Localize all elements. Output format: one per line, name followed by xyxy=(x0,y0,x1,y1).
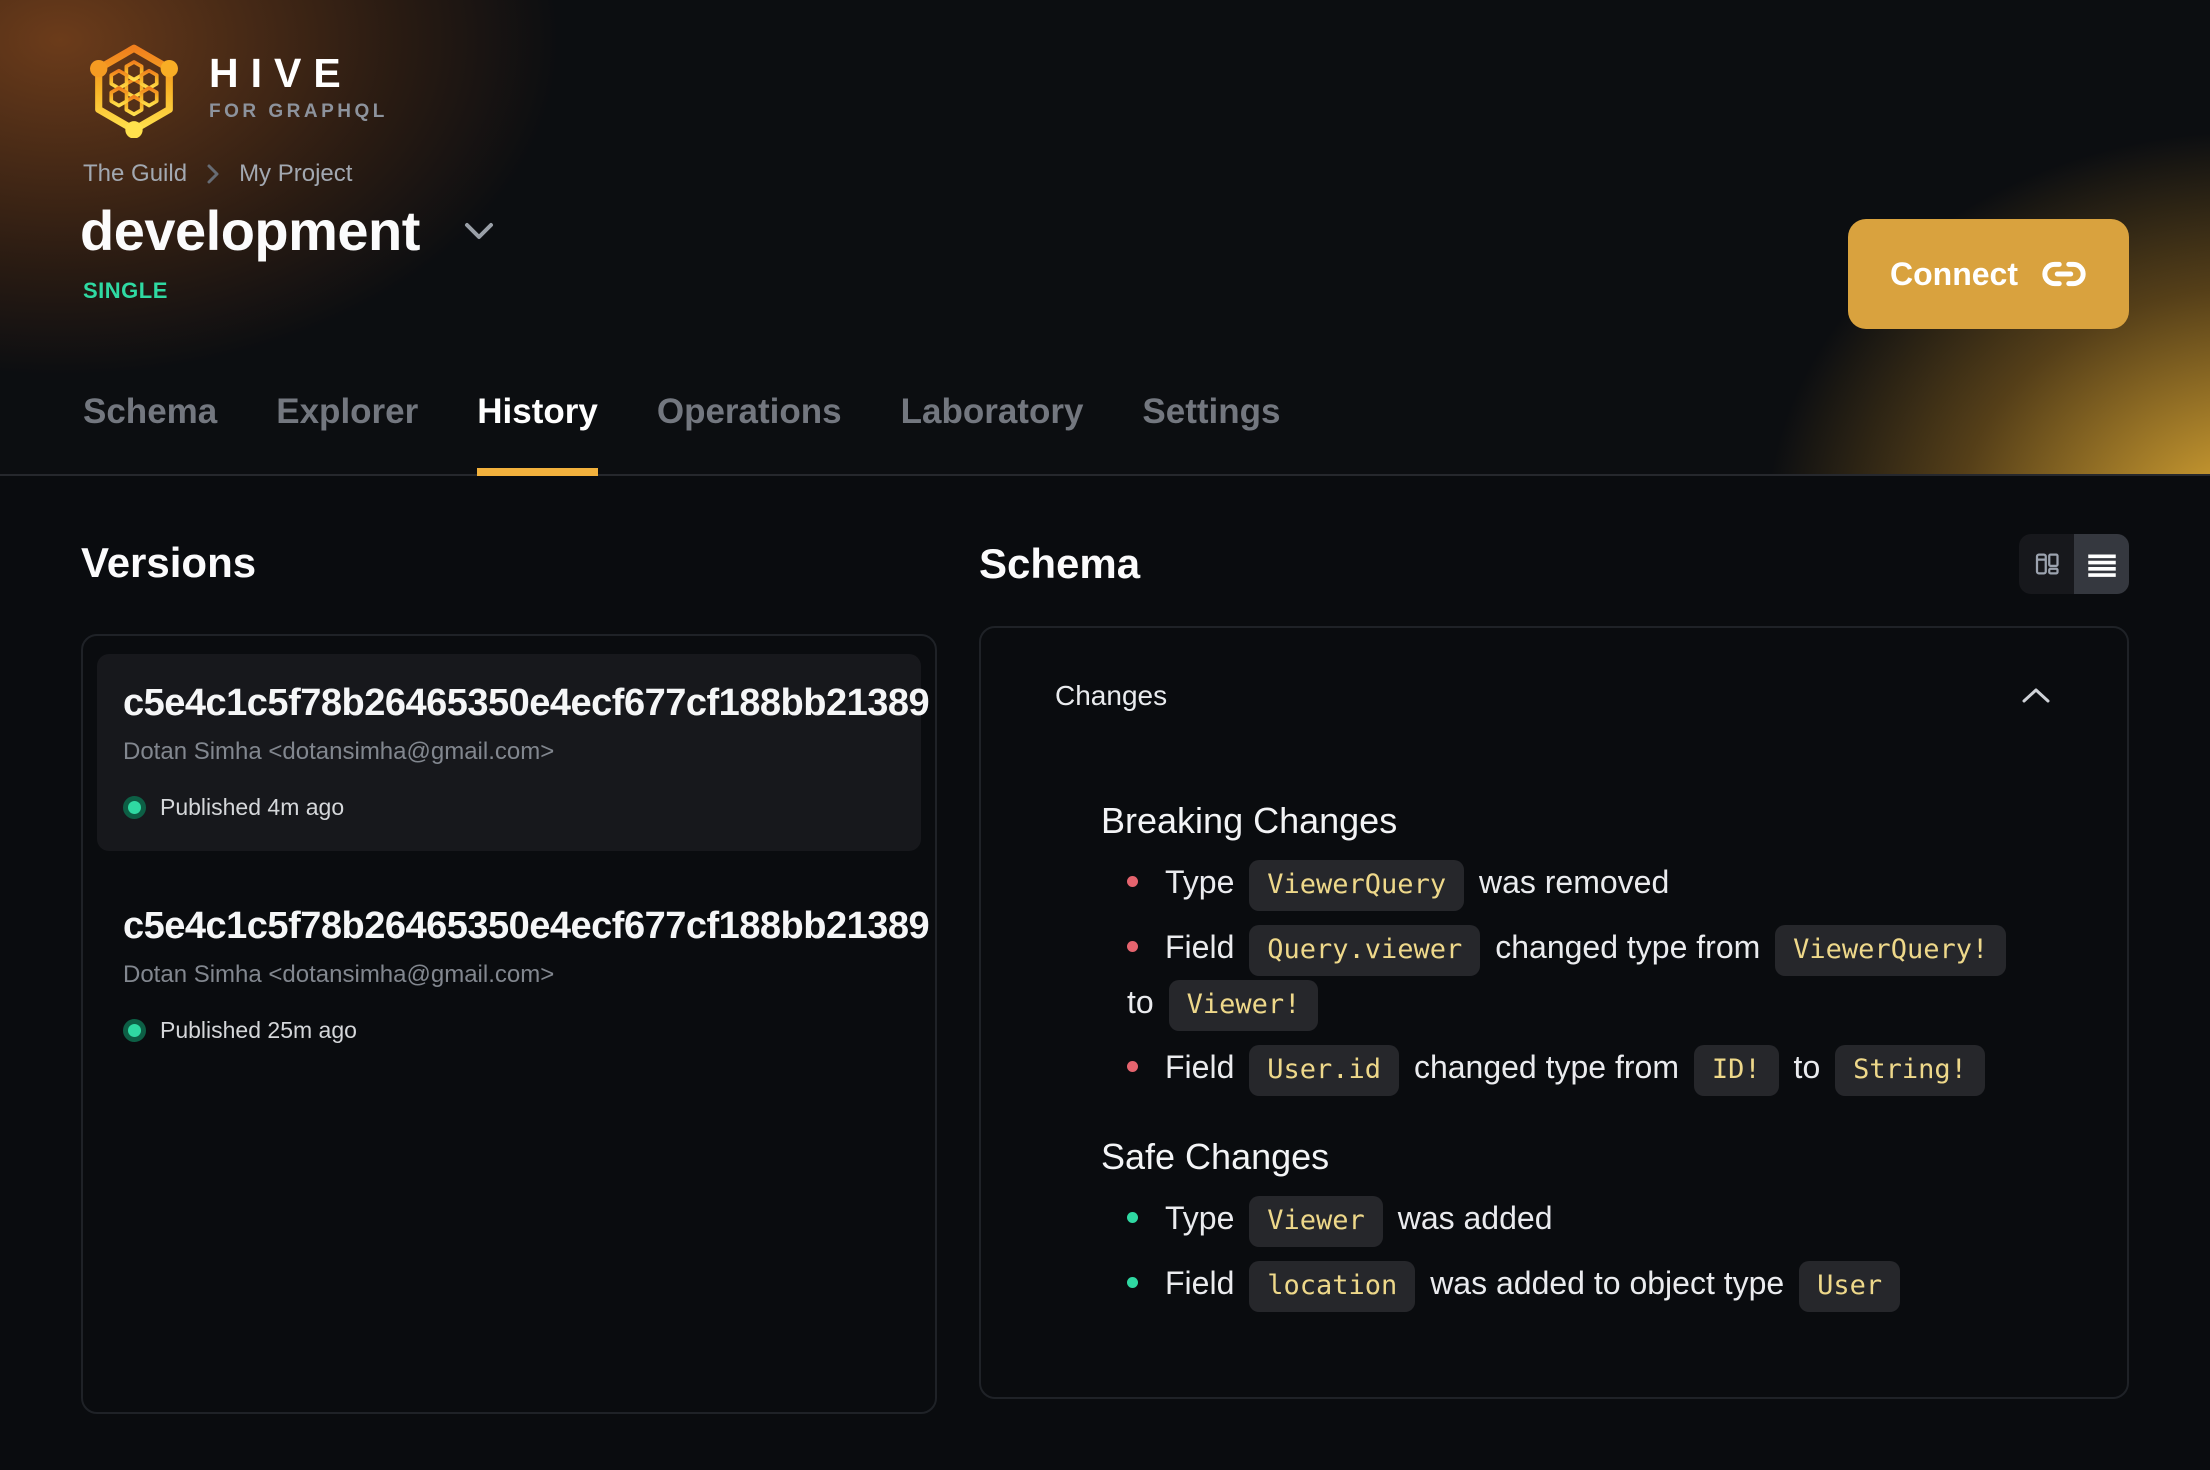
page-header: HIVE FOR GRAPHQL The Guild My Project de… xyxy=(0,0,2210,476)
code-chip: ViewerQuery xyxy=(1249,860,1465,911)
columns-view-button[interactable] xyxy=(2019,534,2074,594)
bullet-icon xyxy=(1127,941,1138,953)
hive-logo-icon xyxy=(90,44,178,138)
breadcrumb: The Guild My Project xyxy=(83,160,352,188)
code-chip: ViewerQuery! xyxy=(1775,925,2007,976)
version-item[interactable]: c5e4c1c5f78b26465350e4ecf677cf188bb21389… xyxy=(97,877,930,1074)
bullet-icon xyxy=(1127,1212,1138,1224)
view-mode-toggle xyxy=(2019,534,2129,594)
chevron-right-icon xyxy=(205,161,221,187)
safe-changes-title: Safe Changes xyxy=(1101,1136,1330,1177)
code-chip: location xyxy=(1249,1261,1416,1312)
schema-title: Schema xyxy=(979,540,1141,587)
code-chip: Query.viewer xyxy=(1249,925,1481,976)
tab-operations[interactable]: Operations xyxy=(657,392,842,474)
connect-button[interactable]: Connect xyxy=(1848,219,2129,329)
changes-title: Changes xyxy=(1055,680,1168,711)
bullet-icon xyxy=(1127,1061,1138,1073)
tabs: Schema Explorer History Operations Laborator… xyxy=(83,392,1281,476)
chevron-up-icon xyxy=(2022,688,2050,703)
published-dot-icon xyxy=(123,1019,146,1042)
chevron-down-icon xyxy=(464,222,493,239)
version-item[interactable]: c5e4c1c5f78b26465350e4ecf677cf188bb21389… xyxy=(97,654,930,851)
list-view-button[interactable] xyxy=(2074,534,2129,594)
code-chip: Viewer! xyxy=(1168,980,1319,1031)
version-status: Published 4m ago xyxy=(123,794,895,821)
code-chip: User.id xyxy=(1249,1045,1400,1096)
tab-history[interactable]: History xyxy=(477,392,598,476)
published-dot-icon xyxy=(123,796,146,819)
tab-settings[interactable]: Settings xyxy=(1142,392,1280,474)
change-item: Type Viewer was added xyxy=(1127,1192,2051,1247)
version-status-text: Published 25m ago xyxy=(160,1017,357,1043)
main-content: Versions c5e4c1c5f78b26465350e4ecf677cf1… xyxy=(0,476,2210,1414)
brand-tagline: FOR GRAPHQL xyxy=(209,101,388,122)
version-author: Dotan Simha <dotansimha@gmail.com> xyxy=(123,961,555,988)
code-chip: Viewer xyxy=(1249,1196,1383,1247)
version-hash: c5e4c1c5f78b26465350e4ecf677cf188bb21389 xyxy=(123,905,930,947)
brand-text: HIVE FOR GRAPHQL xyxy=(209,50,388,122)
target-selector[interactable]: development xyxy=(80,198,496,263)
target-type-badge: SINGLE xyxy=(83,278,168,303)
tab-schema[interactable]: Schema xyxy=(83,392,217,474)
change-item: Type ViewerQuery was removed xyxy=(1127,856,2051,911)
change-item: Field location was added to object type … xyxy=(1127,1257,2051,1312)
changes-panel: Changes Breaking Changes Type ViewerQuer… xyxy=(979,626,2129,1399)
version-author: Dotan Simha <dotansimha@gmail.com> xyxy=(123,738,555,765)
brand-name: HIVE xyxy=(209,50,353,96)
breadcrumb-org[interactable]: The Guild xyxy=(83,160,187,188)
connect-button-label: Connect xyxy=(1890,255,2018,292)
list-view-icon xyxy=(2087,554,2116,577)
tab-laboratory[interactable]: Laboratory xyxy=(901,392,1084,474)
brand-logo[interactable]: HIVE FOR GRAPHQL xyxy=(83,36,388,138)
tab-explorer[interactable]: Explorer xyxy=(276,392,418,474)
change-item: Field Query.viewer changed type from Vie… xyxy=(1127,921,2051,1031)
versions-title: Versions xyxy=(81,539,257,586)
page-title: development xyxy=(80,199,420,262)
link-icon xyxy=(2042,261,2086,287)
version-status-text: Published 4m ago xyxy=(160,794,345,820)
code-chip: User xyxy=(1799,1261,1901,1312)
versions-list: c5e4c1c5f78b26465350e4ecf677cf188bb21389… xyxy=(81,634,937,1414)
schema-column: Schema Changes Breaking Changes Type Vie… xyxy=(979,476,2129,1414)
code-chip: ID! xyxy=(1693,1045,1779,1096)
schema-header: Schema xyxy=(979,534,2129,594)
changes-collapse-header[interactable]: Changes xyxy=(1055,680,2053,712)
version-status: Published 25m ago xyxy=(123,1017,895,1044)
versions-column: Versions c5e4c1c5f78b26465350e4ecf677cf1… xyxy=(81,476,937,1414)
bullet-icon xyxy=(1127,876,1138,888)
columns-view-icon xyxy=(2035,553,2059,575)
code-chip: String! xyxy=(1835,1045,1985,1096)
breaking-changes-list: Type ViewerQuery was removed Field Query.… xyxy=(1127,856,2051,1096)
safe-changes-list: Type Viewer was added Field location was … xyxy=(1127,1192,2051,1312)
bullet-icon xyxy=(1127,1277,1138,1289)
version-hash: c5e4c1c5f78b26465350e4ecf677cf188bb21389 xyxy=(123,682,930,724)
change-item: Field User.id changed type from ID! to S… xyxy=(1127,1041,2051,1096)
breadcrumb-project[interactable]: My Project xyxy=(239,160,352,188)
breaking-changes-title: Breaking Changes xyxy=(1101,800,1398,841)
